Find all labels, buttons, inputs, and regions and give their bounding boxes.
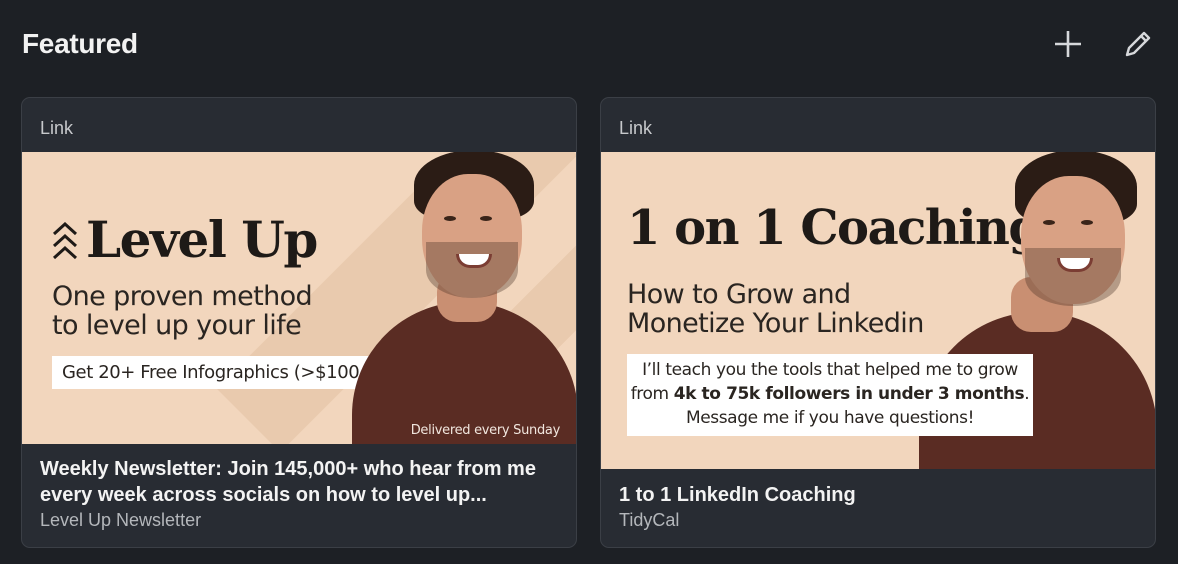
- banner-tagline-1: One proven method: [52, 281, 313, 312]
- card-banner-image[interactable]: Level Up One proven method to level up y…: [22, 152, 576, 444]
- card-subtitle: Level Up Newsletter: [40, 510, 202, 530]
- card-kind-label: Link: [619, 118, 653, 138]
- message-line-3: Message me if you have questions!: [685, 408, 975, 428]
- plus-icon[interactable]: [1050, 26, 1086, 62]
- card-kind-label: Link: [40, 118, 74, 138]
- banner-tagline-2: Monetize Your Linkedin: [627, 308, 924, 339]
- section-title: Featured: [22, 28, 138, 59]
- card-title[interactable]: 1 to 1 LinkedIn Coaching: [619, 482, 1137, 508]
- banner-tagline-1: How to Grow and: [627, 279, 851, 310]
- card-banner-image[interactable]: 1 on 1 Coaching How to Grow and Monetize…: [601, 152, 1155, 469]
- banner-tagline-2: to level up your life: [52, 310, 302, 341]
- card-title[interactable]: Weekly Newsletter: Join 145,000+ who hea…: [40, 456, 558, 508]
- banner-message-box: I’ll teach you the tools that helped me …: [627, 354, 1033, 436]
- banner-headline: Level Up: [86, 210, 318, 269]
- card-subtitle: TidyCal: [619, 510, 680, 530]
- message-line-2: from 4k to 75k followers in under 3 mont…: [630, 384, 1030, 404]
- pencil-icon[interactable]: [1120, 26, 1156, 62]
- header-actions: [1050, 26, 1156, 62]
- featured-card-coaching[interactable]: Link 1 on 1 Coaching How to Grow and Mon…: [600, 97, 1156, 548]
- featured-card-newsletter[interactable]: Link Level Up One proven method to level…: [21, 97, 577, 548]
- chevrons-up-icon: [52, 222, 78, 260]
- banner-footnote: Delivered every Sunday: [410, 423, 561, 438]
- message-line-1: I’ll teach you the tools that helped me …: [642, 360, 1018, 380]
- person-photo: [352, 152, 576, 444]
